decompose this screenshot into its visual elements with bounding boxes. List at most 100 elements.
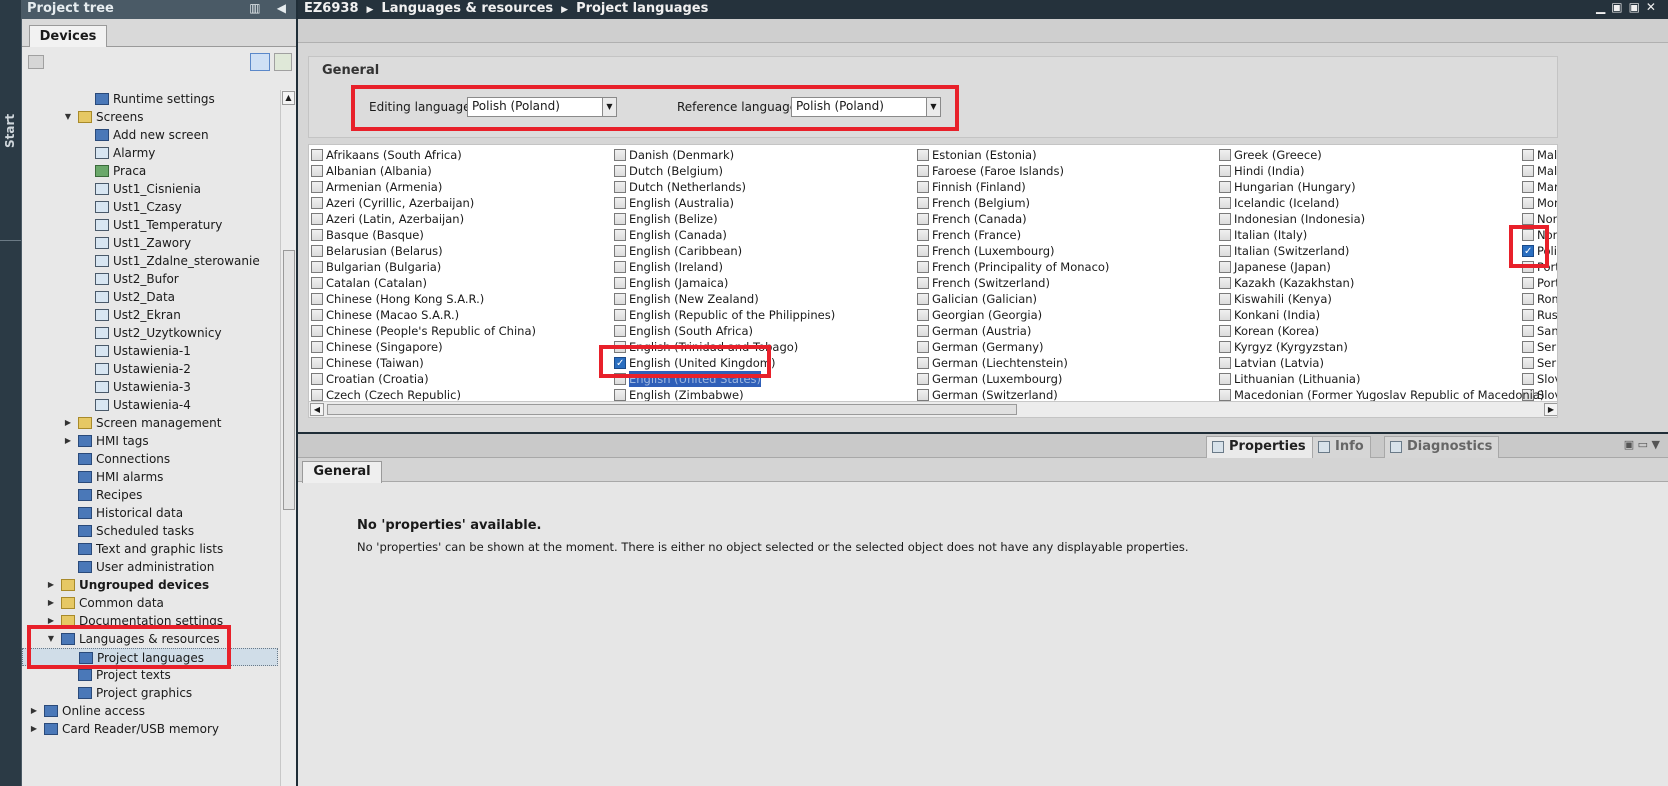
scroll-up-icon[interactable]: ▲ [282,91,295,105]
language-checkbox[interactable] [1219,213,1231,225]
language-checkbox[interactable] [1522,341,1534,353]
tree-item[interactable]: Ust2_Uzytkownicy [22,324,278,342]
language-checkbox[interactable] [1219,245,1231,257]
language-checkbox[interactable] [614,261,626,273]
language-checkbox[interactable] [1219,373,1231,385]
tab-info[interactable]: Info [1312,436,1371,458]
tree-item[interactable]: ▶ Screen management [22,414,278,432]
tree-item[interactable]: Recipes [22,486,278,504]
language-checkbox[interactable] [614,229,626,241]
scrollbar-thumb[interactable] [283,250,295,510]
language-checkbox[interactable] [1219,309,1231,321]
tree-item[interactable]: Text and graphic lists [22,540,278,558]
tree-item[interactable]: ▶ Online access [22,702,278,720]
language-checkbox[interactable] [311,229,323,241]
language-checkbox[interactable] [311,389,323,401]
language-checkbox[interactable] [1522,309,1534,321]
language-checkbox[interactable] [311,213,323,225]
tab-diagnostics[interactable]: Diagnostics [1384,436,1500,458]
project-tree-scrollbar[interactable]: ▲ [280,90,296,786]
language-list-hscrollbar[interactable]: ◀ ▶ [309,401,1557,417]
language-checkbox[interactable] [1522,181,1534,193]
language-checkbox[interactable] [1522,149,1534,161]
language-checkbox[interactable] [311,325,323,337]
language-checkbox[interactable] [917,229,929,241]
tree-item[interactable]: Ust2_Bufor [22,270,278,288]
language-checkbox[interactable] [917,213,929,225]
language-checkbox[interactable] [1219,293,1231,305]
language-checkbox[interactable] [614,149,626,161]
language-checkbox[interactable] [1219,277,1231,289]
tree-item[interactable]: User administration [22,558,278,576]
language-checkbox[interactable] [311,245,323,257]
scroll-left-icon[interactable]: ◀ [310,403,324,416]
language-checkbox[interactable] [917,309,929,321]
tree-item[interactable]: ▶ HMI tags [22,432,278,450]
tree-item[interactable]: Scheduled tasks [22,522,278,540]
tree-item[interactable]: Ustawienia-2 [22,360,278,378]
tree-item[interactable]: ▶ Common data [22,594,278,612]
inspector-window-controls[interactable]: ▣ ▭ ▼ [1624,438,1660,451]
language-checkbox[interactable] [1219,229,1231,241]
language-checkbox[interactable] [614,309,626,321]
language-checkbox[interactable] [917,357,929,369]
hscrollbar-thumb[interactable] [327,404,1017,415]
language-checkbox[interactable] [917,245,929,257]
language-checkbox[interactable] [1522,357,1534,369]
language-checkbox[interactable] [917,149,929,161]
language-checkbox[interactable] [1522,165,1534,177]
language-checkbox[interactable] [917,197,929,209]
start-strip[interactable]: Start [0,0,22,786]
language-checkbox[interactable] [614,165,626,177]
language-checkbox[interactable] [614,181,626,193]
language-checkbox[interactable] [1219,325,1231,337]
project-tree-header-icons[interactable]: ▥ ◀ [249,1,292,15]
tree-item[interactable]: Ust1_Czasy [22,198,278,216]
expand-arrow-icon[interactable]: ▶ [62,432,74,450]
tree-item[interactable]: Ust2_Ekran [22,306,278,324]
language-checkbox[interactable] [311,341,323,353]
tree-options-icon[interactable] [274,53,292,71]
language-checkbox[interactable] [311,181,323,193]
language-checkbox[interactable] [1522,197,1534,209]
expand-arrow-icon[interactable]: ▶ [45,576,57,594]
language-checkbox[interactable] [1522,293,1534,305]
window-controls[interactable]: ▁▣▣✕ [1596,0,1662,14]
language-checkbox[interactable] [917,261,929,273]
language-checkbox[interactable] [1219,181,1231,193]
tree-item[interactable]: Runtime settings [22,90,278,108]
tree-item[interactable]: Alarmy [22,144,278,162]
language-checkbox[interactable] [1219,261,1231,273]
start-label[interactable]: Start [3,108,17,148]
language-checkbox[interactable] [614,389,626,401]
language-checkbox[interactable] [917,341,929,353]
language-checkbox[interactable] [311,149,323,161]
tree-item[interactable]: Ust1_Zawory [22,234,278,252]
scroll-right-icon[interactable]: ▶ [1544,403,1557,416]
tree-item[interactable]: Praca [22,162,278,180]
language-checkbox[interactable] [311,293,323,305]
language-checkbox[interactable] [1522,277,1534,289]
language-checkbox[interactable] [614,245,626,257]
breadcrumb-languages-resources[interactable]: Languages & resources [381,1,553,16]
tree-item[interactable]: Ustawienia-3 [22,378,278,396]
language-checkbox[interactable] [1219,197,1231,209]
language-checkbox[interactable] [917,277,929,289]
language-checkbox[interactable] [1219,341,1231,353]
language-checkbox[interactable] [917,373,929,385]
language-checkbox[interactable] [311,373,323,385]
language-checkbox[interactable] [1219,389,1231,401]
language-checkbox[interactable] [311,357,323,369]
tree-item[interactable]: Connections [22,450,278,468]
language-checkbox[interactable] [1219,165,1231,177]
tab-general[interactable]: General [302,461,382,483]
tree-item[interactable]: Ust1_Cisnienia [22,180,278,198]
language-checkbox[interactable] [614,213,626,225]
language-checkbox[interactable] [1522,325,1534,337]
tree-item[interactable]: Ustawienia-4 [22,396,278,414]
tree-item[interactable]: ▶ Card Reader/USB memory [22,720,278,738]
language-checkbox[interactable] [917,181,929,193]
tab-devices[interactable]: Devices [29,25,107,48]
language-checkbox[interactable] [614,277,626,289]
language-checkbox[interactable] [311,261,323,273]
